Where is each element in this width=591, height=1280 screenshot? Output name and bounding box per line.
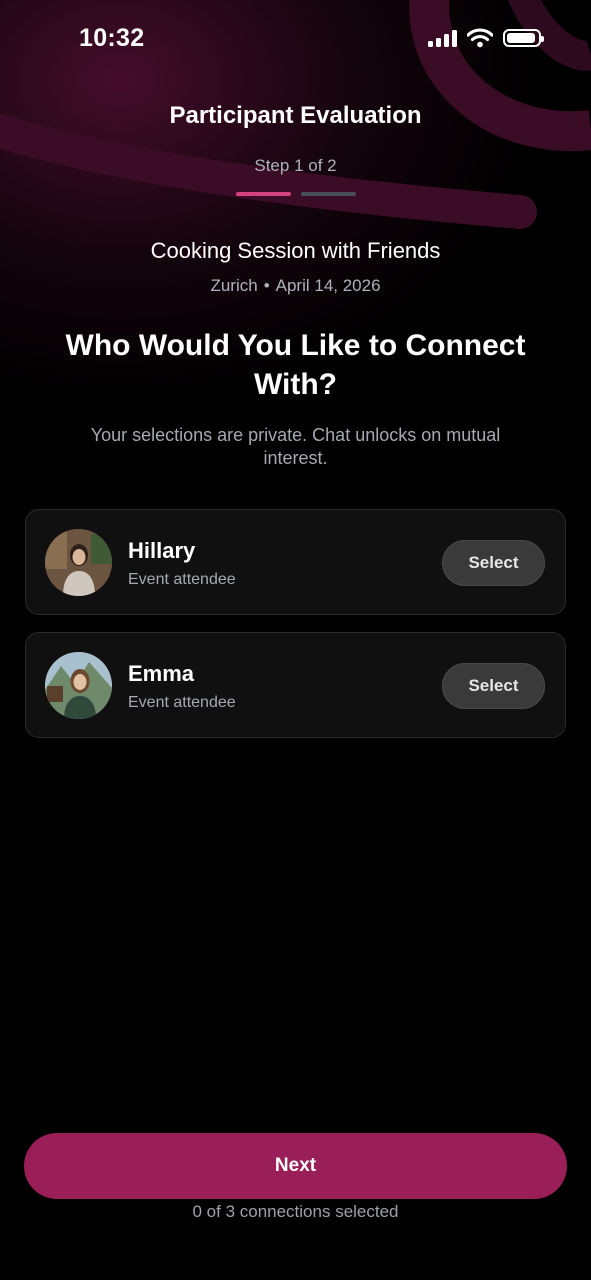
step-indicator-label: Step 1 of 2 [254,156,337,175]
event-title: Cooking Session with Friends [150,238,441,263]
meta-separator: • [263,276,270,295]
participant-name: Hillary [128,538,196,563]
step-progress [236,192,356,196]
step-bar-1 [236,192,291,196]
participant-role: Event attendee [128,694,236,711]
wifi-icon [467,28,493,48]
select-button[interactable]: Select [442,540,545,586]
avatar [45,652,112,719]
connect-heading: Who Would You Like to Connect With? [65,329,526,401]
event-meta: Zurich • April 14, 2026 [0,276,591,296]
page-title: Participant Evaluation [169,102,422,129]
event-city: Zurich [210,276,258,295]
status-bar: 10:32 [0,0,591,80]
battery-icon [503,29,544,47]
participant-card: Emma Event attendee Select [25,632,566,738]
status-time: 10:32 [79,24,145,52]
next-button[interactable]: Next [24,1133,567,1199]
avatar [45,529,112,596]
cellular-signal-icon [428,29,457,47]
participant-role: Event attendee [128,571,236,588]
selection-count: 0 of 3 connections selected [192,1202,399,1221]
select-button[interactable]: Select [442,663,545,709]
privacy-subtext: Your selections are private. Chat unlock… [90,425,501,468]
status-icons [428,28,544,48]
participant-card: Hillary Event attendee Select [25,509,566,615]
event-date: April 14, 2026 [275,276,381,295]
participant-name: Emma [128,661,195,686]
step-bar-2 [301,192,356,196]
